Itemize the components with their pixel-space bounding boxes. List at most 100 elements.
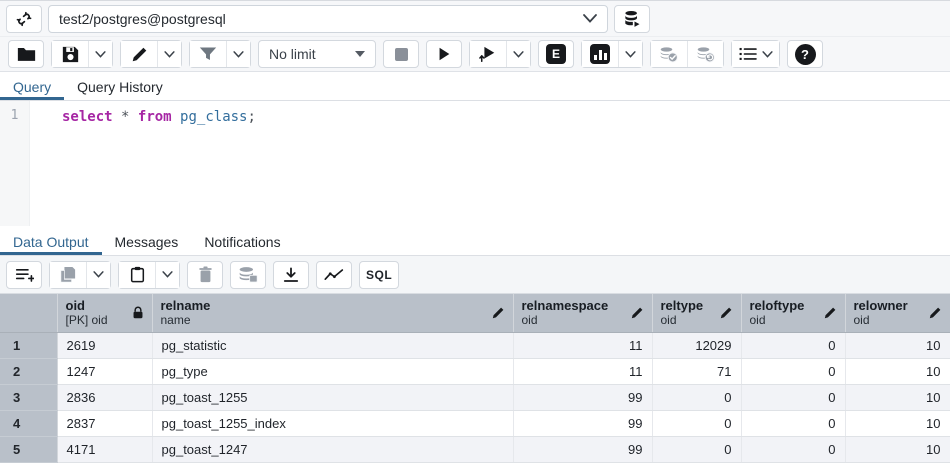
explain-analyze-button[interactable] bbox=[582, 41, 618, 67]
delete-row-button[interactable] bbox=[187, 261, 223, 289]
cell-relowner[interactable]: 10 bbox=[845, 358, 950, 384]
row-limit-value: No limit bbox=[269, 46, 316, 62]
cell-relnamespace[interactable]: 99 bbox=[513, 384, 652, 410]
cell-reltype[interactable]: 0 bbox=[652, 436, 741, 462]
filter-button[interactable] bbox=[190, 41, 226, 67]
tab-notifications[interactable]: Notifications bbox=[191, 229, 293, 255]
table-row: 1 2619 pg_statistic 11 12029 0 10 bbox=[0, 332, 950, 358]
visualize-data-button[interactable] bbox=[316, 261, 352, 289]
cell-reltype[interactable]: 0 bbox=[652, 384, 741, 410]
results-grid: oid [PK] oid relname name bbox=[0, 294, 950, 463]
cell-reloftype[interactable]: 0 bbox=[741, 410, 845, 436]
new-connection-button[interactable] bbox=[614, 5, 650, 33]
cell-relname[interactable]: pg_statistic bbox=[152, 332, 513, 358]
row-number[interactable]: 5 bbox=[0, 436, 57, 462]
sql-code-area[interactable]: select * from pg_class; bbox=[30, 101, 950, 226]
cell-reltype[interactable]: 12029 bbox=[652, 332, 741, 358]
edit-button-group bbox=[120, 40, 182, 68]
sql-editor[interactable]: 1 select * from pg_class; bbox=[0, 101, 950, 226]
cell-relname[interactable]: pg_toast_1255 bbox=[152, 384, 513, 410]
tab-query[interactable]: Query bbox=[0, 74, 64, 100]
cell-relowner[interactable]: 10 bbox=[845, 436, 950, 462]
explain-options-chevron[interactable] bbox=[618, 41, 642, 67]
connection-status-button[interactable] bbox=[6, 5, 42, 33]
edit-button[interactable] bbox=[121, 41, 157, 67]
column-header-reltype[interactable]: reltype oid bbox=[652, 294, 741, 332]
sql-keyword: select bbox=[62, 109, 113, 125]
save-options-chevron[interactable] bbox=[88, 41, 112, 67]
open-file-button[interactable] bbox=[8, 40, 44, 68]
tab-query-history[interactable]: Query History bbox=[64, 74, 176, 100]
help-button[interactable]: ? bbox=[787, 40, 823, 68]
download-results-button[interactable] bbox=[273, 261, 309, 289]
folder-icon bbox=[17, 46, 36, 62]
column-header-reloftype[interactable]: reloftype oid bbox=[741, 294, 845, 332]
connection-selector[interactable]: test2/postgres@postgresql bbox=[48, 5, 608, 33]
column-header-relnamespace[interactable]: relnamespace oid bbox=[513, 294, 652, 332]
cell-reloftype[interactable]: 0 bbox=[741, 332, 845, 358]
rollback-button[interactable] bbox=[687, 41, 723, 67]
editor-gutter: 1 bbox=[0, 101, 30, 226]
save-button-group bbox=[51, 40, 113, 68]
cell-oid[interactable]: 1247 bbox=[57, 358, 152, 384]
copy-group bbox=[49, 261, 111, 289]
cell-oid[interactable]: 2836 bbox=[57, 384, 152, 410]
cell-reloftype[interactable]: 0 bbox=[741, 358, 845, 384]
cell-relnamespace[interactable]: 99 bbox=[513, 436, 652, 462]
filter-options-chevron[interactable] bbox=[226, 41, 250, 67]
cell-relname[interactable]: pg_toast_1255_index bbox=[152, 410, 513, 436]
execute-options-chevron[interactable] bbox=[506, 41, 530, 67]
play-icon bbox=[436, 46, 452, 62]
paste-options-chevron[interactable] bbox=[155, 262, 179, 288]
output-tab-bar: Data Output Messages Notifications bbox=[0, 226, 950, 256]
cell-relowner[interactable]: 10 bbox=[845, 410, 950, 436]
cell-oid[interactable]: 4171 bbox=[57, 436, 152, 462]
help-icon: ? bbox=[795, 44, 816, 65]
cell-relnamespace[interactable]: 11 bbox=[513, 332, 652, 358]
copy-options-chevron[interactable] bbox=[86, 262, 110, 288]
connection-bar: test2/postgres@postgresql bbox=[0, 1, 950, 37]
save-data-changes-button[interactable] bbox=[230, 261, 266, 289]
column-header-relname[interactable]: relname name bbox=[152, 294, 513, 332]
column-header-oid[interactable]: oid [PK] oid bbox=[57, 294, 152, 332]
stop-button[interactable] bbox=[383, 40, 419, 68]
macros-button[interactable] bbox=[732, 41, 779, 67]
add-row-button[interactable] bbox=[6, 261, 42, 289]
select-all-corner[interactable] bbox=[0, 294, 57, 332]
execute-button[interactable] bbox=[426, 40, 462, 68]
cell-reloftype[interactable]: 0 bbox=[741, 436, 845, 462]
save-file-button[interactable] bbox=[52, 41, 88, 67]
cell-relnamespace[interactable]: 99 bbox=[513, 410, 652, 436]
execute-options-group bbox=[469, 40, 531, 68]
copy-button[interactable] bbox=[50, 262, 86, 288]
cell-relnamespace[interactable]: 11 bbox=[513, 358, 652, 384]
commit-button[interactable] bbox=[651, 41, 687, 67]
caret-down-icon bbox=[355, 51, 365, 57]
cell-oid[interactable]: 2837 bbox=[57, 410, 152, 436]
tab-data-output[interactable]: Data Output bbox=[0, 229, 102, 255]
database-save-icon bbox=[238, 266, 258, 283]
sql-star: * bbox=[121, 109, 129, 125]
row-number[interactable]: 4 bbox=[0, 410, 57, 436]
cell-reltype[interactable]: 71 bbox=[652, 358, 741, 384]
paste-button[interactable] bbox=[119, 262, 155, 288]
row-number[interactable]: 1 bbox=[0, 332, 57, 358]
cell-reloftype[interactable]: 0 bbox=[741, 384, 845, 410]
play-cursor-icon bbox=[479, 46, 497, 63]
edit-options-chevron[interactable] bbox=[157, 41, 181, 67]
cell-relowner[interactable]: 10 bbox=[845, 332, 950, 358]
execute-current-button[interactable] bbox=[470, 41, 506, 67]
cell-relowner[interactable]: 10 bbox=[845, 384, 950, 410]
show-sql-button[interactable]: SQL bbox=[359, 261, 399, 289]
tab-messages[interactable]: Messages bbox=[102, 229, 192, 255]
sql-keyword: from bbox=[138, 109, 172, 125]
row-limit-select[interactable]: No limit bbox=[258, 40, 376, 68]
cell-relname[interactable]: pg_toast_1247 bbox=[152, 436, 513, 462]
row-number[interactable]: 2 bbox=[0, 358, 57, 384]
row-number[interactable]: 3 bbox=[0, 384, 57, 410]
cell-relname[interactable]: pg_type bbox=[152, 358, 513, 384]
column-header-relowner[interactable]: relowner oid bbox=[845, 294, 950, 332]
cell-reltype[interactable]: 0 bbox=[652, 410, 741, 436]
cell-oid[interactable]: 2619 bbox=[57, 332, 152, 358]
explain-button[interactable]: E bbox=[538, 40, 574, 68]
